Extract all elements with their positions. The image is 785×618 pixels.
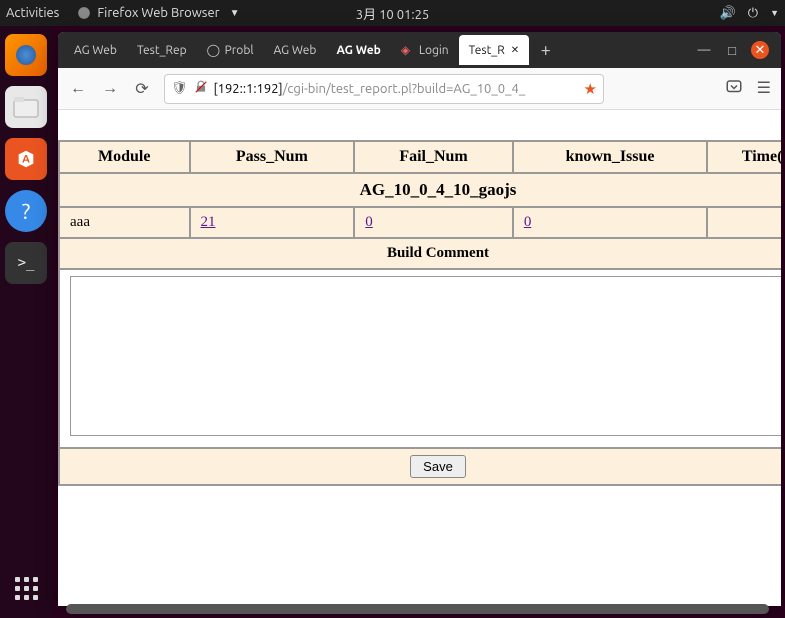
tab-strip: AG Web Test_Rep ◯ Probl AG Web AG Web ◈ Lo… <box>58 32 781 68</box>
tab-label: AG Web <box>336 44 380 57</box>
shield-icon[interactable]: 🛡 <box>171 81 188 96</box>
comment-header: Build Comment <box>59 238 781 269</box>
col-module: Module <box>59 141 190 173</box>
tab-label: Login <box>419 44 449 57</box>
comment-textarea[interactable] <box>70 276 781 436</box>
chevron-down-icon[interactable]: ▼ <box>770 8 779 18</box>
power-icon[interactable]: ⏻ <box>748 6 758 21</box>
tab-5[interactable]: ◈ Login <box>391 35 459 65</box>
svg-text:A: A <box>22 154 30 166</box>
tab-3[interactable]: AG Web <box>264 35 327 65</box>
fail-link[interactable]: 0 <box>365 214 373 230</box>
col-known: known_Issue <box>513 141 707 173</box>
build-title: AG_10_0_4_10_gaojs <box>59 173 781 207</box>
favicon-icon: ◯ <box>207 43 221 57</box>
clock[interactable]: 3月 10 01:25 <box>356 4 429 23</box>
tab-4[interactable]: AG Web <box>326 35 390 65</box>
tab-0[interactable]: AG Web <box>64 35 127 65</box>
gnome-topbar: Activities Firefox Web Browser ▼ 3月 10 0… <box>0 0 785 26</box>
tab-label: Test_R <box>469 44 505 57</box>
dock-software[interactable]: A <box>5 138 47 180</box>
dropdown-icon: ▼ <box>230 7 240 19</box>
hamburger-menu-icon[interactable]: ☰ <box>757 78 771 100</box>
close-window-button[interactable]: ✕ <box>751 41 769 59</box>
col-fail: Fail_Num <box>354 141 513 173</box>
url-bar[interactable]: 🛡 [192::1:192]/cgi-bin/test_report.pl?bu… <box>164 74 604 104</box>
dock-firefox[interactable] <box>5 34 47 76</box>
tab-2[interactable]: ◯ Probl <box>197 35 264 65</box>
window-controls: — □ ✕ <box>695 41 775 59</box>
back-button[interactable]: ← <box>68 79 88 98</box>
page-content: AG_10_0_4_10_gaojs Module Pass_Num Fail_… <box>58 110 781 606</box>
activities-button[interactable]: Activities <box>6 6 59 20</box>
dock-files[interactable] <box>5 86 47 128</box>
tab-6-active[interactable]: Test_R ✕ <box>459 35 529 65</box>
report-table: AG_10_0_4_10_gaojs Module Pass_Num Fail_… <box>58 140 781 486</box>
nav-bar: ← → ⟳ 🛡 [192::1:192]/cgi-bin/test_report… <box>58 68 781 110</box>
system-tray[interactable]: 🔊 ⏻ ▼ <box>720 6 779 21</box>
minimize-button[interactable]: — <box>695 41 713 59</box>
firefox-small-icon <box>77 6 91 20</box>
pass-link[interactable]: 21 <box>201 214 216 230</box>
dock-terminal[interactable]: >_ <box>5 242 47 284</box>
pocket-icon[interactable] <box>725 78 743 100</box>
dock-help[interactable]: ? <box>5 190 47 232</box>
col-pass: Pass_Num <box>190 141 355 173</box>
tab-1[interactable]: Test_Rep <box>127 35 197 65</box>
tab-label: Test_Rep <box>137 44 187 57</box>
tab-label: AG Web <box>74 44 117 57</box>
dock: A ? >_ <box>0 26 52 618</box>
firefox-window: AG Web Test_Rep ◯ Probl AG Web AG Web ◈ Lo… <box>58 32 781 606</box>
favicon-icon: ◈ <box>401 43 415 57</box>
save-button[interactable]: Save <box>410 455 466 478</box>
tab-label: Probl <box>225 44 254 57</box>
reload-button[interactable]: ⟳ <box>132 79 152 98</box>
tab-label: AG Web <box>274 44 317 57</box>
bookmark-star-icon[interactable]: ★ <box>584 80 597 98</box>
cell-time <box>707 207 781 238</box>
app-menu[interactable]: Firefox Web Browser ▼ <box>77 6 239 20</box>
url-text: [192::1:192]/cgi-bin/test_report.pl?buil… <box>214 82 578 96</box>
insecure-lock-icon[interactable] <box>194 80 208 97</box>
volume-icon[interactable]: 🔊 <box>720 6 736 21</box>
forward-button[interactable]: → <box>100 79 120 98</box>
known-link[interactable]: 0 <box>524 214 532 230</box>
close-tab-icon[interactable]: ✕ <box>511 44 519 56</box>
col-time: Time( <box>707 141 781 173</box>
table-row: aaa 21 0 0 <box>59 207 781 238</box>
cell-module: aaa <box>59 207 190 238</box>
app-menu-label: Firefox Web Browser <box>97 6 219 20</box>
horizontal-scrollbar[interactable] <box>66 604 769 614</box>
new-tab-button[interactable]: + <box>529 40 563 60</box>
maximize-button[interactable]: □ <box>723 41 741 59</box>
dock-apps-grid[interactable] <box>15 577 38 600</box>
